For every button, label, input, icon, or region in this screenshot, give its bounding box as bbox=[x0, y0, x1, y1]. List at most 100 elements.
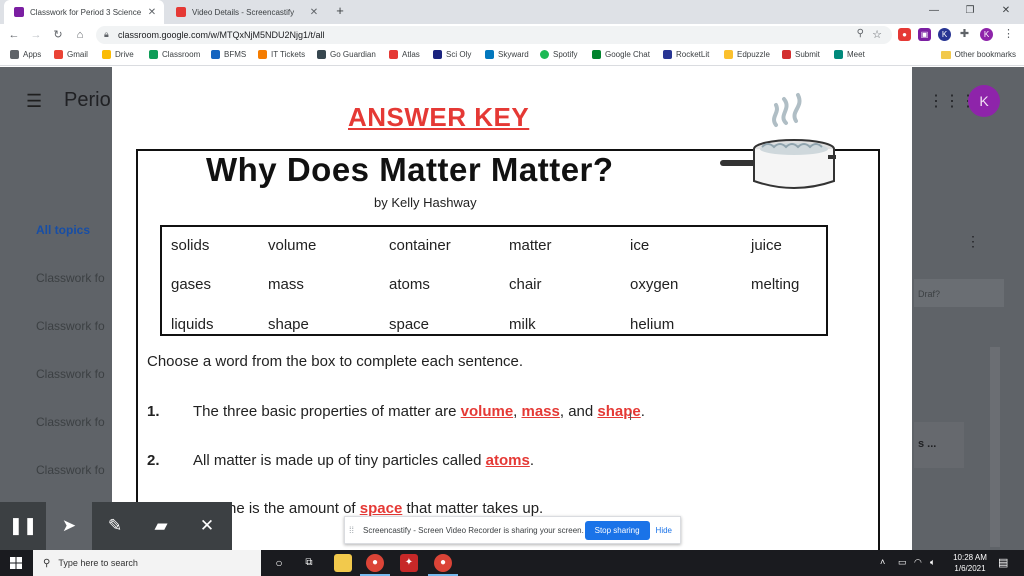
topic-item[interactable]: Classwork fo bbox=[36, 415, 105, 429]
minimize-button[interactable]: — bbox=[916, 0, 952, 22]
reload-icon[interactable]: ↻ bbox=[50, 27, 66, 43]
eraser-icon[interactable]: ▰ bbox=[138, 502, 184, 550]
hide-button[interactable]: Hide bbox=[656, 526, 672, 535]
answer-key-heading: ANSWER KEY bbox=[348, 102, 530, 132]
draft-card[interactable]: Draf? bbox=[914, 279, 1004, 307]
bookmark-it-tickets[interactable]: IT Tickets bbox=[258, 50, 305, 59]
avatar[interactable]: K bbox=[968, 85, 1000, 117]
tray-chevron-icon[interactable]: ˄ bbox=[880, 557, 885, 567]
bookmark-sci-oly[interactable]: Sci Oly bbox=[433, 50, 471, 59]
answer-word: shape bbox=[597, 403, 641, 420]
chrome-profile-icon[interactable]: ● bbox=[434, 554, 452, 572]
file-explorer-icon[interactable] bbox=[334, 554, 352, 572]
extension-k-icon[interactable]: K bbox=[938, 28, 951, 41]
google-chat-icon bbox=[592, 50, 601, 59]
volume-icon[interactable]: 🔈︎ bbox=[930, 557, 935, 568]
gmail-icon bbox=[54, 50, 63, 59]
word-bank-item: gases bbox=[171, 276, 212, 293]
restore-button[interactable]: ❐ bbox=[952, 0, 988, 22]
pause-icon[interactable]: ❚❚ bbox=[0, 502, 46, 550]
drive-icon bbox=[102, 50, 111, 59]
bookmark-label: Classroom bbox=[162, 50, 201, 59]
new-tab-button[interactable]: + bbox=[332, 3, 348, 19]
word-bank-item: oxygen bbox=[630, 276, 679, 293]
close-tab-icon[interactable]: ✕ bbox=[308, 7, 320, 18]
bookmark-rocketlit[interactable]: RocketLit bbox=[663, 50, 709, 59]
tab-video-details[interactable]: Video Details - Screencastify ✕ bbox=[166, 0, 326, 24]
assignment-card[interactable]: s ... bbox=[914, 422, 964, 468]
back-icon[interactable]: ← bbox=[6, 27, 22, 43]
profile-avatar[interactable]: K bbox=[980, 28, 993, 41]
url-text: classroom.google.com/w/MTQxNjM5NDU2Njg1/… bbox=[118, 30, 325, 40]
word-bank-item: shape bbox=[268, 316, 309, 333]
bookmark-label: Atlas bbox=[402, 50, 420, 59]
bookmark-apps[interactable]: Apps bbox=[10, 50, 41, 59]
tab-strip: Classwork for Period 3 Science ✕ Video D… bbox=[0, 0, 1024, 24]
apps-icon bbox=[10, 50, 19, 59]
address-bar[interactable]: 🔒︎ classroom.google.com/w/MTQxNjM5NDU2Nj… bbox=[96, 26, 892, 44]
bookmark-drive[interactable]: Drive bbox=[102, 50, 134, 59]
battery-icon[interactable]: ▭ bbox=[898, 557, 907, 568]
screen-share-notification: ⁞⁞ Screencastify - Screen Video Recorder… bbox=[344, 516, 681, 544]
bookmark-gmail[interactable]: Gmail bbox=[54, 50, 88, 59]
stop-sharing-button[interactable]: Stop sharing bbox=[584, 520, 650, 540]
topic-item[interactable]: Classwork fo bbox=[36, 271, 105, 285]
drag-handle-icon[interactable]: ⁞⁞ bbox=[349, 525, 359, 535]
app-icon[interactable]: ✦ bbox=[400, 554, 418, 572]
cursor-icon[interactable]: ➤ bbox=[46, 502, 92, 550]
bookmark-skyward[interactable]: Skyward bbox=[485, 50, 529, 59]
clock-time: 10:28 AM bbox=[953, 553, 987, 562]
bookmark-label: BFMS bbox=[224, 50, 247, 59]
menu-icon[interactable]: ☰ bbox=[26, 91, 46, 112]
zoom-icon[interactable]: ⚲ bbox=[857, 28, 864, 39]
scrollbar[interactable] bbox=[990, 347, 1000, 547]
system-clock[interactable]: 10:28 AM 1/6/2021 bbox=[950, 552, 990, 574]
question-text: he is the amount of bbox=[228, 500, 360, 517]
question-2: 2. All matter is made up of tiny particle… bbox=[147, 452, 534, 469]
notifications-icon[interactable]: ▤ bbox=[998, 556, 1008, 569]
close-tab-icon[interactable]: ✕ bbox=[146, 7, 158, 18]
pen-icon[interactable]: ✎ bbox=[92, 502, 138, 550]
tab-classwork[interactable]: Classwork for Period 3 Science ✕ bbox=[4, 0, 164, 24]
question-1: 1. The three basic properties of matter a… bbox=[147, 403, 645, 420]
edpuzzle-icon bbox=[724, 50, 733, 59]
bookmark-classroom[interactable]: Classroom bbox=[149, 50, 200, 59]
home-icon[interactable]: ⌂ bbox=[72, 27, 88, 43]
taskbar-search[interactable]: ⚲ Type here to search bbox=[33, 550, 261, 576]
bookmark-star-icon[interactable]: ☆ bbox=[872, 28, 882, 41]
wifi-icon[interactable]: ◠ bbox=[914, 557, 922, 568]
topic-all[interactable]: All topics bbox=[36, 223, 90, 237]
extension-icon[interactable]: ▣ bbox=[918, 28, 931, 41]
screencastify-toolbar: ❚❚ ➤ ✎ ▰ ✕ bbox=[0, 502, 232, 550]
bookmark-go-guardian[interactable]: Go Guardian bbox=[317, 50, 376, 59]
answer-word: mass bbox=[521, 403, 560, 420]
boiling-pot-icon bbox=[720, 93, 836, 189]
bookmark-label: Spotify bbox=[553, 50, 578, 59]
start-button[interactable] bbox=[0, 550, 32, 576]
bookmark-submit[interactable]: Submit bbox=[782, 50, 820, 59]
forward-icon[interactable]: → bbox=[28, 27, 44, 43]
cortana-icon[interactable]: ○ bbox=[270, 554, 288, 572]
bookmark-edpuzzle[interactable]: Edpuzzle bbox=[724, 50, 770, 59]
puzzle-icon[interactable]: ✚ bbox=[958, 28, 971, 41]
other-bookmarks[interactable]: Other bookmarks bbox=[940, 50, 1016, 59]
bookmark-label: Gmail bbox=[67, 50, 88, 59]
topic-item[interactable]: Classwork fo bbox=[36, 319, 105, 333]
chrome-icon[interactable]: ● bbox=[366, 554, 384, 572]
topic-item[interactable]: Classwork fo bbox=[36, 367, 105, 381]
word-bank-item: ice bbox=[630, 237, 650, 254]
screencastify-extension-icon[interactable]: ● bbox=[898, 28, 911, 41]
more-options-icon[interactable]: ⋮ bbox=[966, 233, 980, 250]
close-window-button[interactable]: ✕ bbox=[988, 0, 1024, 22]
bookmark-bfms[interactable]: BFMS bbox=[211, 50, 246, 59]
browser-menu-icon[interactable]: ⋮ bbox=[1002, 28, 1015, 41]
bookmark-spotify[interactable]: Spotify bbox=[540, 50, 577, 59]
bookmark-google-chat[interactable]: Google Chat bbox=[592, 50, 650, 59]
close-icon[interactable]: ✕ bbox=[184, 502, 230, 550]
search-icon: ⚲ bbox=[43, 557, 51, 569]
bookmark-atlas[interactable]: Atlas bbox=[389, 50, 420, 59]
bookmark-meet[interactable]: Meet bbox=[834, 50, 865, 59]
question-number: 2. bbox=[147, 452, 160, 469]
topic-item[interactable]: Classwork fo bbox=[36, 463, 105, 477]
task-view-icon[interactable]: ⧉ bbox=[300, 554, 318, 572]
